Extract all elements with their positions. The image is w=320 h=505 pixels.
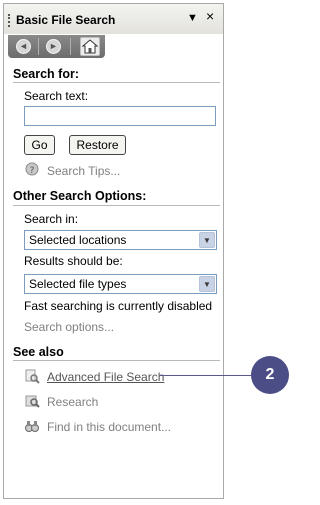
search-options-link[interactable]: Search options... [24, 320, 114, 334]
section-divider [13, 205, 220, 206]
results-dropdown[interactable]: Selected file types ▼ [24, 274, 217, 294]
chevron-down-icon[interactable]: ▼ [199, 276, 215, 292]
section-divider [13, 360, 220, 361]
nav-divider [70, 38, 71, 55]
advanced-search-icon [24, 368, 40, 384]
drag-grip[interactable] [8, 14, 13, 27]
search-in-dropdown[interactable]: Selected locations ▼ [24, 230, 217, 250]
research-icon [24, 393, 40, 409]
pane-menu-button[interactable]: ▼ [187, 12, 198, 24]
pane-navigation-bar: ◄ ► [8, 35, 105, 58]
back-button[interactable]: ◄ [16, 39, 31, 54]
binoculars-icon [24, 418, 40, 434]
callout-leader-line [160, 375, 255, 376]
search-text-input[interactable] [24, 106, 216, 126]
section-divider [13, 82, 220, 83]
results-value: Selected file types [29, 277, 127, 291]
search-in-label: Search in: [24, 212, 79, 226]
go-button[interactable]: Go [24, 135, 55, 155]
home-button[interactable] [80, 37, 100, 56]
chevron-down-icon[interactable]: ▼ [199, 232, 215, 248]
pane-title: Basic File Search [16, 13, 116, 27]
svg-text:?: ? [30, 166, 35, 176]
help-icon: ? [24, 162, 40, 178]
research-link[interactable]: Research [47, 395, 98, 409]
advanced-file-search-link[interactable]: Advanced File Search [47, 370, 164, 384]
close-button[interactable]: × [206, 9, 214, 23]
pane-titlebar: Basic File Search ▼ × [4, 4, 223, 34]
results-label: Results should be: [24, 254, 123, 268]
search-text-label: Search text: [24, 89, 89, 103]
task-pane: Basic File Search ▼ × ◄ ► Search for: Se… [3, 3, 224, 499]
search-tips-link[interactable]: Search Tips... [47, 164, 120, 178]
search-for-heading: Search for: [13, 67, 79, 81]
search-in-value: Selected locations [29, 233, 127, 247]
step-callout: 2 [251, 356, 289, 394]
find-in-document-link[interactable]: Find in this document... [47, 420, 171, 434]
restore-button[interactable]: Restore [69, 135, 126, 155]
see-also-heading: See also [13, 345, 64, 359]
other-search-options-heading: Other Search Options: [13, 189, 147, 203]
forward-button[interactable]: ► [46, 39, 61, 54]
fast-search-status: Fast searching is currently disabled [24, 299, 213, 313]
home-icon [81, 39, 99, 54]
nav-divider [38, 38, 39, 55]
